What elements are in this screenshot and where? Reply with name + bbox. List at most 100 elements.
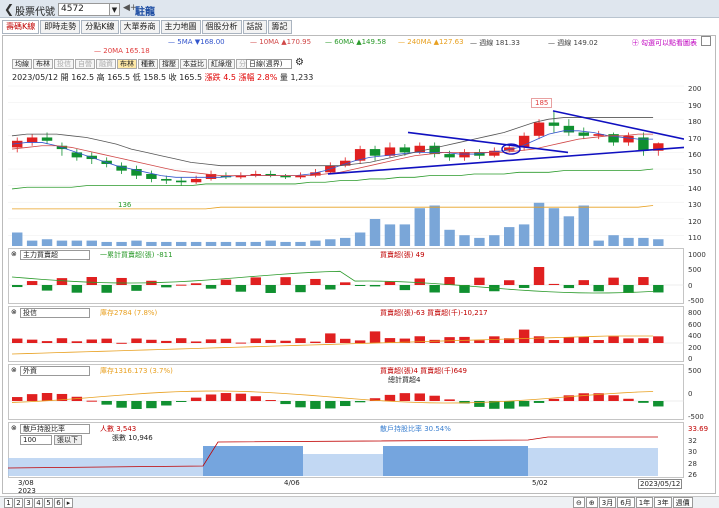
main-tabs: 壽碼K線 即時走勢 分點K線 大單券商 主力地圖 個股分析 話說 籌記 [2,20,293,34]
range-button-3[interactable]: 3年 [654,497,672,508]
subtab-1[interactable]: 布林 [33,59,53,69]
range-button-1[interactable]: 6月 [617,497,635,508]
tab-4[interactable]: 主力地圖 [160,20,201,34]
date-year: 2023 [18,487,36,495]
panel-bar [295,338,306,343]
ma-value-0: 5MA ▼168.00 [177,38,225,46]
panel-bar [474,277,485,285]
panel-bar [176,401,187,402]
panel-chart-0[interactable] [8,260,684,302]
date-current: 2023/05/12 [638,479,683,489]
subtab-9[interactable]: 紅綠燈 [208,59,235,69]
zoom-out-icon[interactable]: ⊖ [573,497,585,508]
volume-bar [250,241,261,246]
tab-2[interactable]: 分點K線 [81,20,119,34]
panel-legend1-1: 庫存2784 (7.8%) [100,309,158,317]
page-button-3[interactable]: 4 [34,498,43,508]
tab-5[interactable]: 個股分析 [201,20,242,34]
subtab-3[interactable]: 自營 [75,59,95,69]
volume-bar [638,237,649,246]
stock-code-dropdown[interactable]: ▼ [110,3,120,16]
panel-0-tick-3: -500 [688,297,704,305]
subtab-2[interactable]: 投信 [54,59,74,69]
panel-bar [26,394,38,401]
page-button-5[interactable]: 6 [54,498,63,508]
ma-legend-5: — 週線 149.02 [548,39,598,47]
volume-bar [310,240,321,246]
panel-bar [325,401,336,409]
price-tick-4: 160 [688,151,702,160]
panel-bar [578,280,589,285]
panel-bar [399,285,411,291]
tab-6[interactable]: 話說 [242,20,267,34]
range-button-0[interactable]: 3月 [598,497,617,508]
stock-code-input[interactable]: 4572 [58,3,110,16]
price-tick-5: 150 [688,168,702,176]
panel-1-tick-0: 800 [688,309,702,317]
panel-chart-2[interactable] [8,376,684,418]
zoom-in-icon[interactable]: ⊕ [585,497,598,508]
gear-icon[interactable]: ⚙ [295,57,304,68]
company-name: 駐龍 [135,7,155,18]
panel-bar [116,277,127,285]
panel-bar [533,336,545,343]
candle-body [548,122,560,126]
panel-bar [280,340,291,343]
page-button-1[interactable]: 2 [14,498,23,508]
candle-body [399,147,411,153]
back-icon[interactable]: ❮ [4,2,14,16]
panel-chart-1[interactable] [8,318,684,360]
subtab-7[interactable]: 撐壓 [159,59,179,69]
tab-3[interactable]: 大單券商 [119,20,160,34]
panel-close-icon-2[interactable]: ⊗ [11,366,17,374]
panel-close-icon-3[interactable]: ⊗ [11,424,17,432]
subtab-0[interactable]: 均線 [12,59,32,69]
panel-select-1[interactable]: 投信 [20,308,90,318]
ma20-value: 20MA 165.18 [103,47,150,55]
panel-select-0[interactable]: 主力買賣超 [20,250,90,260]
panel-bar [131,401,142,409]
panel-bar [310,278,321,285]
period-select[interactable]: 日線(週界) [246,59,292,69]
panel-bar [533,267,545,285]
panel-bar [653,285,664,293]
page-buttons: 1 2 3 4 5 6 ▸ [4,498,74,508]
page-button-4[interactable]: 5 [44,498,53,508]
price-chart[interactable] [8,82,684,248]
tab-1[interactable]: 即時走勢 [40,20,81,34]
top-bar: ❮ 股票代號 4572 ▼ ◀+ 駐龍 [0,0,719,18]
candle-body [71,152,83,158]
maximize-button[interactable] [701,36,711,46]
panel-chart-3[interactable] [8,434,684,476]
panel-bar [429,395,440,401]
page-button-2[interactable]: 3 [24,498,33,508]
volume-bar [354,232,366,246]
page-next-icon[interactable]: ▸ [64,498,73,508]
subtab-5[interactable]: 布林 [117,59,137,69]
chg-value: 4.5 [223,73,236,82]
panel-bar [161,340,172,343]
panel-bar [548,340,560,343]
panel-select-3[interactable]: 散戶持股比率 [20,424,90,434]
candle-body [161,178,172,181]
panel-select-2[interactable]: 外資 [20,366,90,376]
tab-0[interactable]: 壽碼K線 [2,20,40,34]
tab-7[interactable]: 籌記 [267,20,292,34]
volume-bar [518,224,530,246]
range-button-2[interactable]: 1年 [635,497,654,508]
panel-2-tick-0: 500 [688,367,702,375]
panel-bar [176,284,187,286]
panel-close-icon-0[interactable]: ⊗ [11,250,17,258]
range-button-4[interactable]: 週價 [672,497,693,508]
subtab-8[interactable]: 本益比 [180,59,207,69]
panel-bar [250,277,261,285]
panel-2-tick-1: 0 [688,390,693,398]
subtab-6[interactable]: 種數 [138,59,158,69]
subtab-4[interactable]: 融資 [96,59,116,69]
panel-close-icon-1[interactable]: ⊗ [11,308,17,316]
panel-bar [265,339,276,343]
panel-bar [533,401,545,403]
page-button-0[interactable]: 1 [4,498,13,508]
panel-bar [593,340,604,343]
panel-bar [41,341,53,343]
